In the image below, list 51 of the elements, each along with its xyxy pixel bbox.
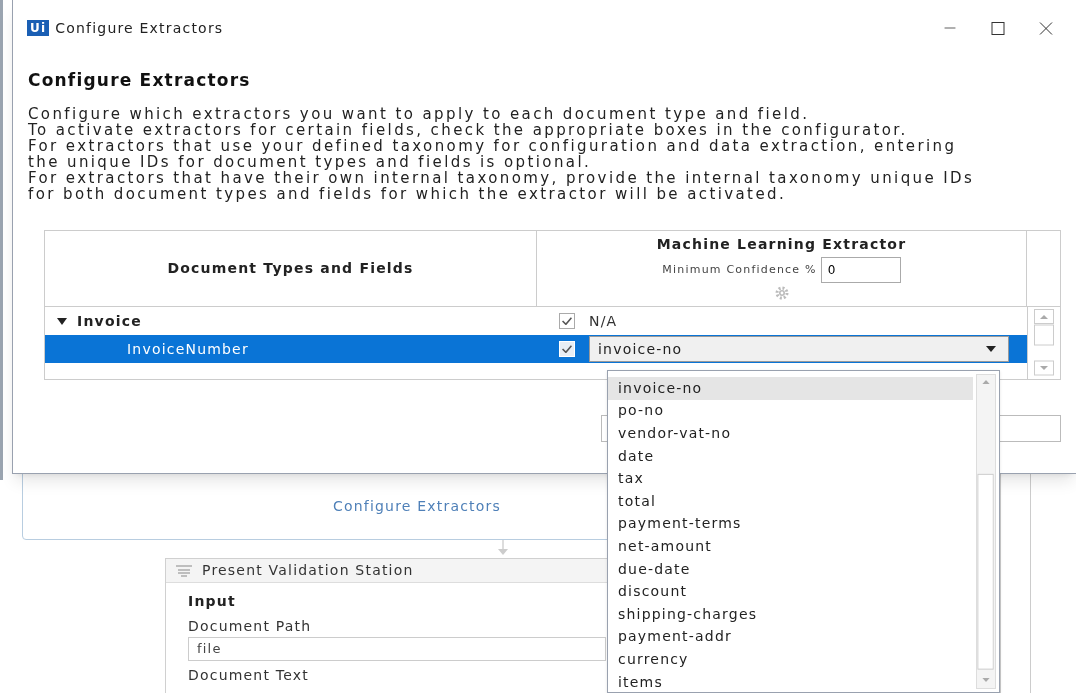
dropdown-option[interactable]: items — [608, 670, 973, 693]
table-row[interactable]: InvoiceNumber invoice-no — [45, 335, 1027, 363]
dropdown-option[interactable]: shipping-charges — [608, 602, 973, 626]
caret-icon — [986, 346, 996, 352]
dropdown-menu[interactable]: invoice-no po-no vendor-vat-no date tax total payment-terms net-amount due-date discount shipping-charges payment-addr currency items — [607, 370, 1000, 693]
dropdown-field[interactable]: invoice-no — [589, 336, 1009, 362]
activity-icon — [174, 562, 194, 579]
field-label: Minimum Confidence % — [662, 261, 817, 278]
description-line: the unique IDs for document types and fields is optional. — [28, 153, 592, 170]
field-label: Document Path — [188, 617, 313, 636]
description-line: for both document types and fields for which the extractor will be activated. — [28, 185, 787, 202]
expand-icon[interactable] — [57, 316, 67, 326]
description-line: Configure which extractors you want to apply to each document type and field. — [28, 105, 811, 122]
settings-icon[interactable] — [773, 285, 790, 301]
cell-value: N/A — [589, 311, 618, 331]
section-heading: Input — [188, 592, 237, 611]
description-line: To activate extractors for certain fields, check the appropriate boxes in the configurator. — [28, 121, 909, 138]
row-label: InvoiceNumber — [127, 339, 249, 359]
confidence-input[interactable]: 0 — [820, 257, 901, 283]
maximize-icon — [991, 21, 1005, 35]
dropdown-option[interactable]: invoice-no — [608, 377, 973, 400]
close-icon — [1039, 21, 1053, 35]
activity-title: Present Validation Station — [202, 561, 414, 580]
app-logo: Ui — [27, 20, 50, 36]
connector-arrow-icon — [497, 540, 509, 556]
field-label: Document Text — [188, 666, 310, 685]
description-line: For extractors that use your defined taxonomy for configuration and data extraction, entering — [28, 137, 958, 154]
input-field[interactable]: file — [188, 637, 606, 661]
dialog-heading: Configure Extractors — [28, 69, 252, 92]
checkbox[interactable] — [559, 313, 575, 329]
row-label: Invoice — [77, 311, 142, 331]
dropdown-option[interactable]: vendor-vat-no — [608, 422, 973, 445]
check-icon — [562, 317, 572, 325]
column-header: Document Types and Fields — [45, 231, 537, 306]
dropdown-option[interactable]: net-amount — [608, 535, 973, 558]
description-line: For extractors that have their own internal taxonomy, provide the internal taxonomy unique IDs — [28, 169, 976, 186]
dropdown-option[interactable]: total — [608, 489, 973, 513]
scrollbar[interactable] — [976, 374, 996, 689]
dropdown-option[interactable]: tax — [608, 467, 973, 490]
dropdown-option[interactable]: payment-terms — [608, 512, 973, 536]
configure-extractors-link[interactable]: Configure Extractors — [332, 496, 502, 517]
dropdown-option[interactable]: discount — [608, 580, 973, 603]
minimize-icon — [943, 27, 957, 29]
check-icon — [562, 345, 572, 353]
dropdown-option[interactable]: currency — [608, 648, 973, 671]
column-header: Machine Learning Extractor — [656, 235, 907, 254]
dropdown-option[interactable]: payment-addr — [608, 625, 973, 649]
dropdown-option[interactable]: date — [608, 444, 973, 468]
dropdown-option[interactable]: po-no — [608, 399, 973, 423]
dropdown-option[interactable]: due-date — [608, 557, 973, 581]
window-title: Configure Extractors — [55, 18, 224, 38]
